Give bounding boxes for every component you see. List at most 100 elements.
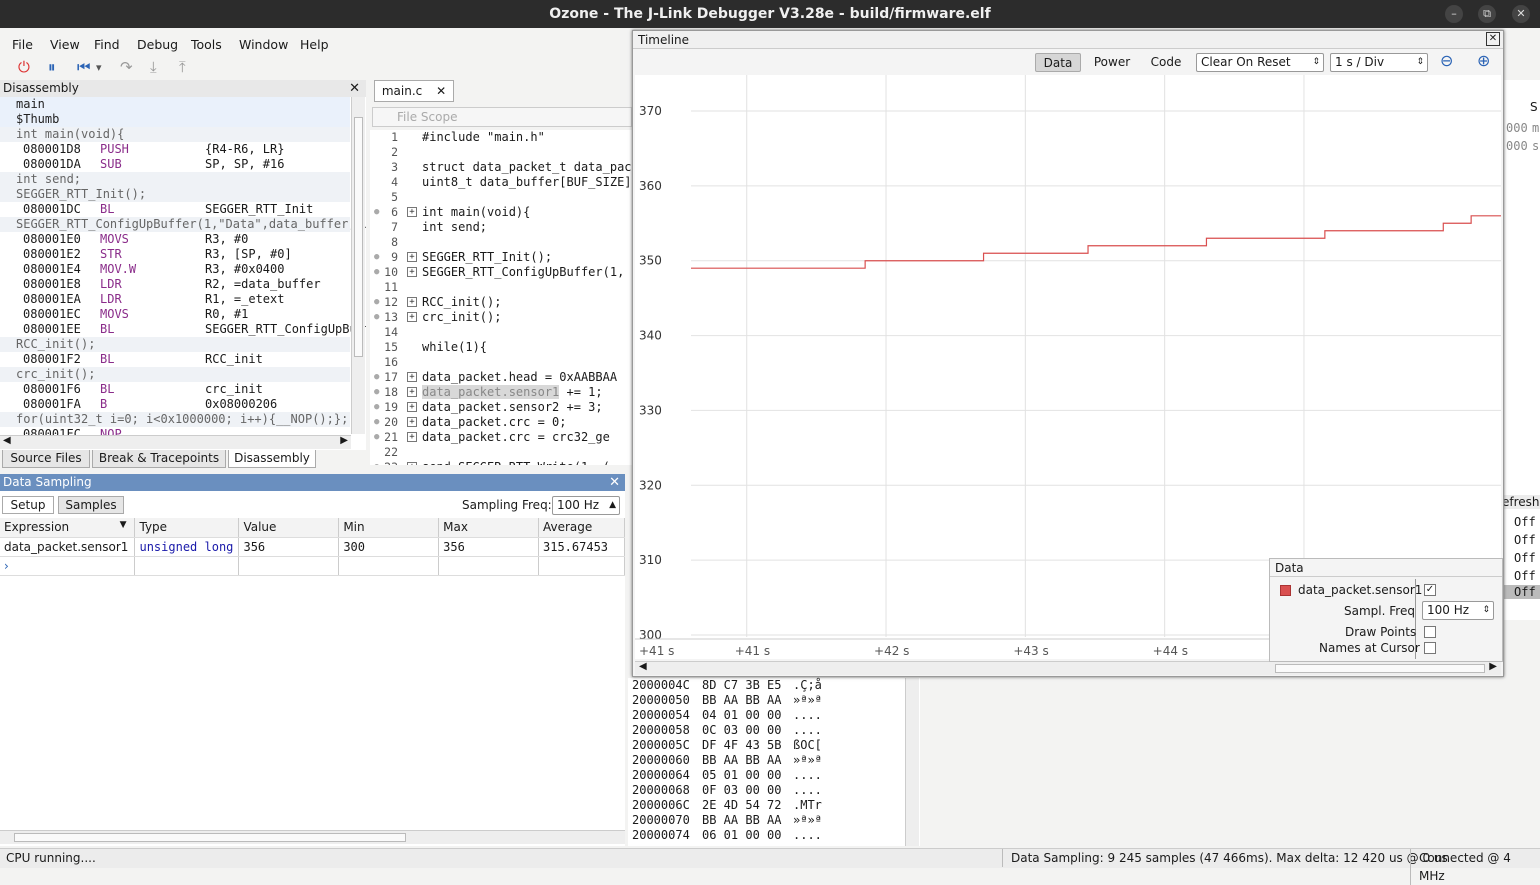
timeline-hscroll[interactable]: ◀ ▶ bbox=[635, 661, 1501, 675]
disassembly-source-row[interactable]: int send; bbox=[0, 172, 350, 187]
expand-icon[interactable]: + bbox=[407, 207, 417, 217]
menu-window[interactable]: Window bbox=[239, 37, 288, 52]
disassembly-source-row[interactable]: crc_init(); bbox=[0, 367, 350, 382]
close-window-button[interactable]: ✕ bbox=[1512, 5, 1530, 23]
expand-icon[interactable]: + bbox=[407, 297, 417, 307]
disassembly-instruction-row[interactable]: 080001EE BL SEGGER_RTT_ConfigUpBuffer bbox=[0, 322, 366, 337]
source-line[interactable]: 3 struct data_packet_t data_packet; bbox=[370, 160, 632, 175]
memory-row[interactable]: 2000006C 2E 4D 54 72 .MTr bbox=[628, 798, 920, 813]
pause-icon[interactable]: ⏸ bbox=[48, 58, 56, 76]
source-line[interactable]: ● 20 + data_packet.crc = 0; bbox=[370, 415, 632, 430]
disassembly-vscroll[interactable] bbox=[351, 97, 365, 434]
tab-disassembly[interactable]: Disassembly bbox=[228, 450, 316, 468]
disassembly-label-row[interactable]: $Thumb bbox=[0, 112, 350, 127]
step-into-icon[interactable]: ⤓ bbox=[150, 58, 157, 76]
memory-vscroll[interactable] bbox=[905, 678, 919, 846]
maximize-button[interactable]: ⧉ bbox=[1478, 5, 1496, 23]
col-value[interactable]: Value bbox=[238, 518, 340, 538]
zoom-out-icon[interactable]: ⊖ bbox=[1440, 51, 1453, 70]
disassembly-instruction-row[interactable]: 080001F2 BL RCC_init bbox=[0, 352, 350, 367]
tab-break-tracepoints[interactable]: Break & Tracepoints bbox=[92, 450, 226, 468]
reset-icon[interactable]: ⏮ bbox=[77, 58, 91, 76]
memory-row[interactable]: 2000005C DF 4F 43 5B ßOC[ bbox=[628, 738, 920, 753]
expand-icon[interactable]: + bbox=[407, 312, 417, 322]
power-icon[interactable]: ⏻ bbox=[18, 58, 30, 76]
source-line[interactable]: ● 9 + SEGGER_RTT_Init(); bbox=[370, 250, 632, 265]
disassembly-instruction-row[interactable]: 080001E8 LDR R2, =data_buffer bbox=[0, 277, 350, 292]
expand-icon[interactable]: + bbox=[407, 372, 417, 382]
memory-row[interactable]: 20000070 BB AA BB AA »ª»ª bbox=[628, 813, 920, 828]
disassembly-source-row[interactable]: SEGGER_RTT_Init(); bbox=[0, 187, 350, 202]
add-expression-cell[interactable]: › bbox=[0, 556, 136, 576]
expand-icon[interactable]: + bbox=[407, 462, 417, 465]
close-icon[interactable]: ✕ bbox=[436, 84, 446, 98]
tab-setup[interactable]: Setup bbox=[2, 496, 54, 514]
col-expression[interactable]: Expression ▼ bbox=[0, 518, 136, 538]
tab-source-files[interactable]: Source Files bbox=[2, 450, 90, 468]
source-line[interactable]: ● 13 + crc_init(); bbox=[370, 310, 632, 325]
disassembly-source-row[interactable]: RCC_init(); bbox=[0, 337, 350, 352]
zoom-in-icon[interactable]: ⊕ bbox=[1477, 51, 1490, 70]
source-line[interactable]: 1 #include "main.h" bbox=[370, 130, 632, 145]
memory-row[interactable]: 20000074 06 01 00 00.... bbox=[628, 828, 920, 843]
disassembly-hscroll[interactable]: ◀ ▶ bbox=[0, 435, 351, 449]
source-line[interactable]: ●23+ send SEGGER_RTT_Write(1, ( bbox=[370, 460, 632, 465]
disassembly-instruction-row[interactable]: 080001DA SUB SP, SP, #16 bbox=[0, 157, 350, 172]
expand-icon[interactable]: + bbox=[407, 402, 417, 412]
source-line[interactable]: 2 bbox=[370, 145, 632, 160]
disassembly-instruction-row[interactable]: 080001E0 MOVS R3, #0 bbox=[0, 232, 350, 247]
source-line[interactable]: 15 while(1){ bbox=[370, 340, 632, 355]
source-line[interactable]: ● 12 + RCC_init(); bbox=[370, 295, 632, 310]
disassembly-instruction-row[interactable]: 080001EC MOVS R0, #1 bbox=[0, 307, 350, 322]
minimize-button[interactable]: – bbox=[1445, 5, 1463, 23]
expand-icon[interactable]: + bbox=[407, 252, 417, 262]
expand-icon[interactable]: + bbox=[407, 267, 417, 277]
disassembly-instruction-row[interactable]: 080001FA B 0x08000206 bbox=[0, 397, 350, 412]
mode-power-button[interactable]: Power bbox=[1089, 53, 1135, 72]
disassembly-source-row[interactable]: for(uint32_t i=0; i<0x1000000; i++){__NO… bbox=[0, 412, 350, 427]
close-icon[interactable]: ✕ bbox=[1486, 32, 1500, 46]
disassembly-instruction-row[interactable]: 080001F6 BL crc_init bbox=[0, 382, 350, 397]
source-line[interactable]: ● 6 + int main(void){ bbox=[370, 205, 632, 220]
series-visible-checkbox[interactable]: ✓ bbox=[1424, 584, 1436, 596]
reset-dropdown-icon[interactable]: ▾ bbox=[96, 61, 102, 74]
reset-mode-select[interactable]: Clear On Reset ⇕ bbox=[1196, 53, 1324, 72]
series-color-swatch[interactable] bbox=[1280, 585, 1291, 596]
memory-row[interactable]: 2000004C 8D C7 3B E5 .Ç;å bbox=[628, 678, 920, 693]
source-line[interactable]: 8 bbox=[370, 235, 632, 250]
source-line[interactable]: 14 bbox=[370, 325, 632, 340]
menu-view[interactable]: View bbox=[50, 37, 80, 52]
source-line[interactable]: ● 10 + SEGGER_RTT_ConfigUpBuffer(1, bbox=[370, 265, 632, 280]
disassembly-instruction-row[interactable]: 080001DC BL SEGGER_RTT_Init bbox=[0, 202, 350, 217]
disassembly-label-row[interactable]: main bbox=[0, 97, 350, 112]
col-max[interactable]: Max bbox=[438, 518, 539, 538]
source-editor[interactable]: 1 #include "main.h" 2 3 struct data_packet_t… bbox=[370, 130, 632, 465]
expand-icon[interactable]: + bbox=[407, 417, 417, 427]
disassembly-source-row[interactable]: SEGGER_RTT_ConfigUpBuffer(1,"Data",data_… bbox=[0, 217, 366, 232]
file-scope-combo[interactable]: File Scope bbox=[372, 107, 632, 127]
sampling-freq-select[interactable]: 100 Hz ▲ bbox=[552, 496, 620, 515]
memory-row[interactable]: 20000060 BB AA BB AA »ª»ª bbox=[628, 753, 920, 768]
source-line[interactable]: 4 uint8_t data_buffer[BUF_SIZE]; bbox=[370, 175, 632, 190]
menu-debug[interactable]: Debug bbox=[137, 37, 178, 52]
time-div-select[interactable]: 1 s / Div ⇕ bbox=[1330, 53, 1428, 72]
highlighted-symbol[interactable]: data_packet.sensor1 bbox=[422, 385, 560, 399]
memory-row[interactable]: 20000064 05 01 00 00.... bbox=[628, 768, 920, 783]
source-line[interactable]: 7 int send; bbox=[370, 220, 632, 235]
tab-main-c[interactable]: main.c ✕ bbox=[374, 80, 454, 102]
expand-icon[interactable]: + bbox=[407, 432, 417, 442]
source-line[interactable]: ● 17 + data_packet.head = 0xAABBAA bbox=[370, 370, 632, 385]
expression-cell[interactable]: data_packet.sensor1 bbox=[0, 537, 136, 557]
menu-tools[interactable]: Tools bbox=[191, 37, 222, 52]
tab-samples[interactable]: Samples bbox=[58, 496, 124, 514]
menu-help[interactable]: Help bbox=[300, 37, 329, 52]
disassembly-instruction-row[interactable]: 080001E2 STR R3, [SP, #0] bbox=[0, 247, 350, 262]
expand-icon[interactable]: + bbox=[407, 387, 417, 397]
source-line[interactable]: ● 21 + data_packet.crc = crc32_ge bbox=[370, 430, 632, 445]
step-over-icon[interactable]: ↷ bbox=[120, 58, 133, 76]
disassembly-source-row[interactable]: int main(void){ bbox=[0, 127, 350, 142]
source-line[interactable]: ● 19 + data_packet.sensor2 += 3; bbox=[370, 400, 632, 415]
table-row[interactable]: data_packet.sensor1 unsigned long 356 30… bbox=[0, 537, 625, 557]
col-average[interactable]: Average bbox=[538, 518, 625, 538]
table-row-empty[interactable]: › bbox=[0, 556, 625, 576]
